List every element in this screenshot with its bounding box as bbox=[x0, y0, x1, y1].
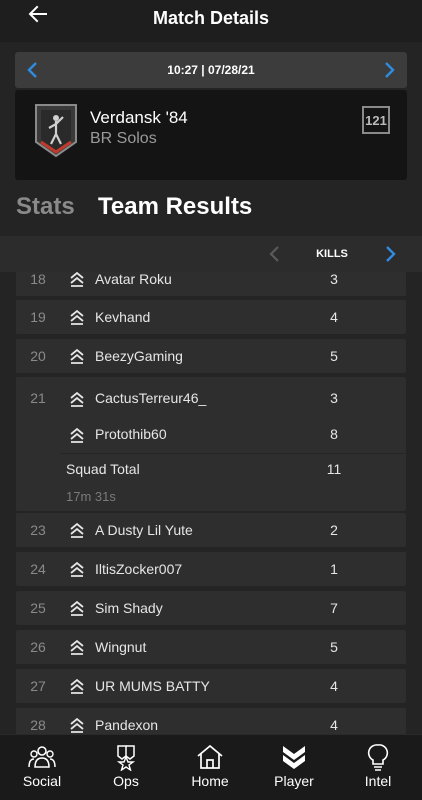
match-datetime: 10:27 | 07/28/21 bbox=[167, 63, 255, 77]
previous-column-chevron-icon[interactable] bbox=[265, 244, 285, 264]
nav-label: Home bbox=[191, 773, 229, 789]
column-selector: KILLS bbox=[0, 236, 422, 272]
result-row[interactable]: 26 Wingnut 5 bbox=[16, 630, 406, 664]
player-name: Wingnut bbox=[95, 639, 147, 655]
kills-value: 4 bbox=[330, 678, 338, 694]
player-rank-chevron-icon bbox=[70, 427, 84, 443]
player-name: Kevhand bbox=[95, 309, 151, 325]
nav-item-player[interactable]: Player bbox=[252, 735, 336, 800]
placement: 23 bbox=[30, 522, 46, 538]
squad-total-kills: 11 bbox=[326, 461, 342, 477]
nav-label: Social bbox=[22, 773, 62, 789]
game-mode: BR Solos bbox=[90, 130, 157, 147]
kills-value: 3 bbox=[330, 272, 338, 287]
nav-item-ops[interactable]: Ops bbox=[84, 735, 168, 800]
tab-team-results[interactable]: Team Results bbox=[98, 193, 252, 221]
home-icon bbox=[197, 744, 223, 769]
column-label: KILLS bbox=[316, 248, 348, 260]
result-row[interactable]: 23 A Dusty Lil Yute 2 bbox=[16, 513, 406, 547]
placement: 28 bbox=[30, 717, 46, 733]
player-name: BeezyGaming bbox=[95, 348, 183, 364]
player-rank-chevron-icon bbox=[70, 309, 84, 325]
player-rank-chevron-icon bbox=[70, 717, 84, 733]
result-row[interactable]: 28 Pandexon 4 bbox=[16, 708, 406, 734]
nav-label: Ops bbox=[113, 773, 139, 789]
kills-value: 1 bbox=[330, 561, 338, 577]
kills-value: 5 bbox=[330, 639, 338, 655]
result-row[interactable]: 27 UR MUMS BATTY 4 bbox=[16, 669, 406, 703]
tab-stats[interactable]: Stats bbox=[16, 193, 75, 221]
header-bar: Match Details bbox=[0, 0, 422, 42]
squad-survival-time: 17m 31s bbox=[66, 489, 116, 504]
placement: 24 bbox=[30, 561, 46, 577]
placement: 25 bbox=[30, 600, 46, 616]
player-name: IltisZocker007 bbox=[95, 561, 183, 577]
next-column-chevron-icon[interactable] bbox=[380, 244, 400, 264]
match-summary-card: Verdansk '84 BR Solos 121 bbox=[15, 90, 407, 180]
player-name: A Dusty Lil Yute bbox=[95, 522, 193, 538]
player-rank-chevron-icon bbox=[70, 348, 84, 364]
result-row[interactable]: 19 Kevhand 4 bbox=[16, 300, 406, 334]
kills-value: 4 bbox=[330, 309, 338, 325]
kills-value: 3 bbox=[330, 390, 338, 406]
player-name: CactusTerreur46_ bbox=[95, 390, 207, 406]
result-row[interactable]: 20 BeezyGaming 5 bbox=[16, 339, 406, 373]
kills-value: 5 bbox=[330, 348, 338, 364]
player-rank-chevron-icon bbox=[70, 561, 84, 577]
placement: 21 bbox=[30, 390, 46, 406]
divider bbox=[60, 453, 406, 454]
player-icon bbox=[283, 746, 305, 769]
nav-label: Player bbox=[274, 773, 314, 789]
player-rank-chevron-icon bbox=[70, 272, 84, 287]
player-count-badge: 121 bbox=[362, 106, 390, 134]
kills-value: 2 bbox=[330, 522, 338, 538]
rank-emblem-icon bbox=[35, 104, 77, 158]
player-rank-chevron-icon bbox=[70, 678, 84, 694]
bottom-navigation: Social Ops Home Player Intel bbox=[0, 734, 422, 800]
player-name: Pandexon bbox=[95, 717, 159, 733]
player-rank-chevron-icon bbox=[70, 522, 84, 538]
kills-value: 4 bbox=[330, 717, 338, 733]
placement: 19 bbox=[30, 309, 46, 325]
player-rank-chevron-icon bbox=[70, 391, 84, 407]
map-name: Verdansk '84 bbox=[90, 108, 188, 127]
result-row[interactable]: 25 Sim Shady 7 bbox=[16, 591, 406, 625]
team-results-list[interactable]: 18 Avatar Roku 3 19 Kevhand 4 20 BeezyGa… bbox=[0, 272, 422, 734]
kills-value: 8 bbox=[330, 426, 338, 442]
social-icon bbox=[28, 746, 56, 768]
intel-icon bbox=[367, 744, 389, 771]
page-title: Match Details bbox=[152, 8, 270, 28]
nav-label: Intel bbox=[364, 773, 392, 789]
ops-icon bbox=[116, 745, 136, 771]
nav-item-home[interactable]: Home bbox=[168, 735, 252, 800]
squad-total-label: Squad Total bbox=[66, 461, 140, 477]
squad-group[interactable]: 21 CactusTerreur46_ 3 Protothib60 8 Squa… bbox=[16, 377, 406, 511]
result-row[interactable]: 24 IltisZocker007 1 bbox=[16, 552, 406, 586]
player-rank-chevron-icon bbox=[70, 600, 84, 616]
player-rank-chevron-icon bbox=[70, 639, 84, 655]
player-name: Avatar Roku bbox=[95, 272, 172, 287]
placement: 18 bbox=[30, 272, 46, 287]
placement: 27 bbox=[30, 678, 46, 694]
match-date-bar: 10:27 | 07/28/21 bbox=[15, 52, 407, 88]
result-row[interactable]: 18 Avatar Roku 3 bbox=[16, 272, 406, 296]
next-match-chevron-icon[interactable] bbox=[379, 60, 399, 80]
placement: 26 bbox=[30, 639, 46, 655]
placement: 20 bbox=[30, 348, 46, 364]
nav-item-intel[interactable]: Intel bbox=[336, 735, 420, 800]
kills-value: 7 bbox=[330, 600, 338, 616]
player-name: Protothib60 bbox=[95, 426, 167, 442]
player-name: UR MUMS BATTY bbox=[95, 678, 210, 694]
player-name: Sim Shady bbox=[95, 600, 163, 616]
nav-item-social[interactable]: Social bbox=[0, 735, 84, 800]
